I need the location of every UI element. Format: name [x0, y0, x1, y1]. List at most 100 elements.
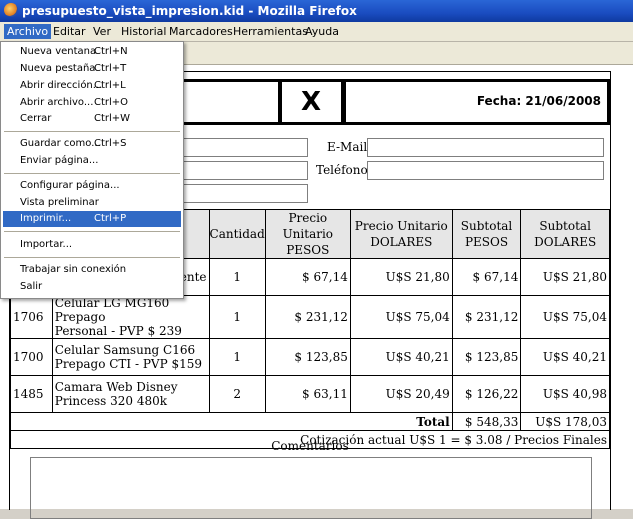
menu-bar: Archivo Editar Ver Historial Marcadores …	[0, 22, 633, 42]
date-box: Fecha: 21/06/2008	[343, 79, 610, 125]
menu-item-trabajar-sin-conexion[interactable]: Trabajar sin conexión	[3, 262, 181, 278]
total-usd: U$S 178,03	[520, 412, 610, 431]
item-subtotal-pesos: $ 231,12	[451, 295, 522, 339]
item-unit-price-pesos: $ 123,85	[264, 338, 351, 376]
item-unit-price-usd: U$S 75,04	[349, 295, 453, 339]
menu-ver[interactable]: Ver	[90, 24, 114, 39]
menu-ayuda[interactable]: Ayuda	[302, 24, 342, 39]
item-quantity: 1	[208, 338, 266, 376]
table-row: 1700 Celular Samsung C166 Prepago CTI - P…	[10, 338, 610, 376]
menu-item-nueva-pestana[interactable]: Nueva pestaña Ctrl+T	[3, 61, 181, 77]
firefox-icon	[4, 3, 18, 17]
item-unit-price-usd: U$S 40,21	[349, 338, 453, 376]
menu-item-importar[interactable]: Importar...	[3, 237, 181, 253]
email-field[interactable]	[367, 138, 604, 157]
total-label: Total	[10, 412, 453, 431]
item-subtotal-usd: U$S 21,80	[520, 258, 610, 296]
menu-item-shortcut: Ctrl+W	[94, 113, 131, 124]
header-line: PESOS	[464, 235, 509, 249]
fecha-text: Fecha: 21/06/2008	[476, 94, 601, 108]
menu-item-label: Importar...	[20, 239, 73, 250]
total-pesos: $ 548,33	[451, 412, 522, 431]
precio-pesos-header: Precio Unitario PESOS	[264, 209, 351, 259]
item-quantity: 1	[208, 258, 266, 296]
item-quantity: 1	[208, 295, 266, 339]
document-type-x: X	[278, 79, 344, 125]
menu-separator	[4, 131, 180, 132]
menu-item-label: Imprimir...	[20, 213, 72, 224]
header-line: DOLARES	[370, 235, 433, 249]
menu-item-label: Abrir dirección...	[20, 80, 103, 91]
menu-item-label: Enviar página...	[20, 155, 99, 166]
client-address-field[interactable]	[182, 161, 308, 180]
menu-item-label: Vista preliminar	[20, 197, 99, 208]
menu-item-salir[interactable]: Salir	[3, 279, 181, 295]
item-description: Camara Web Disney Princess 320 480k	[51, 375, 210, 413]
telefono-field[interactable]	[367, 161, 604, 180]
item-subtotal-pesos: $ 67,14	[451, 258, 522, 296]
menu-herramientas[interactable]: Herramientas	[230, 24, 311, 39]
total-row: Total $ 548,33 U$S 178,03	[10, 412, 610, 431]
item-description: Celular Samsung C166 Prepago CTI - PVP $1…	[51, 338, 210, 376]
header-line: Subtotal	[460, 219, 513, 233]
menu-item-shortcut: Ctrl+N	[94, 46, 128, 57]
menu-item-label: Nueva pestaña	[20, 63, 96, 74]
menu-item-configurar-pagina[interactable]: Configurar página...	[3, 178, 181, 194]
description-line: Prepago CTI - PVP $159	[54, 357, 203, 371]
menu-item-label: Nueva ventana	[20, 46, 97, 57]
description-line: Camara Web Disney	[54, 380, 178, 394]
client-name-field[interactable]	[182, 138, 308, 157]
item-code: 1700	[10, 338, 53, 376]
subtotal-dolares-header: Subtotal DOLARES	[520, 209, 610, 259]
menu-item-label: Cerrar	[20, 113, 52, 124]
menu-item-shortcut: Ctrl+L	[94, 80, 126, 91]
window-title: presupuesto_vista_impresion.kid - Mozill…	[22, 4, 357, 18]
item-unit-price-pesos: $ 231,12	[264, 295, 351, 339]
menu-item-label: Salir	[20, 281, 43, 292]
header-line: Precio Unitario	[354, 219, 448, 233]
header-line: DOLARES	[534, 235, 597, 249]
description-line: Celular Samsung C166	[54, 343, 196, 357]
item-code: 1485	[10, 375, 53, 413]
menu-separator	[4, 173, 180, 174]
menu-item-nueva-ventana[interactable]: Nueva ventana Ctrl+N	[3, 44, 181, 60]
menu-item-shortcut: Ctrl+P	[94, 213, 127, 224]
header-line: Precio Unitario	[282, 211, 334, 241]
menu-separator	[4, 231, 180, 232]
menu-item-abrir-archivo[interactable]: Abrir archivo... Ctrl+O	[3, 95, 181, 111]
telefono-label: Teléfono	[316, 163, 368, 177]
menu-item-label: Guardar como...	[20, 138, 101, 149]
item-description: Celular LG MG160 Prepago Personal - PVP $…	[51, 295, 210, 339]
item-subtotal-usd: U$S 40,98	[520, 375, 610, 413]
table-row: 1485 Camara Web Disney Princess 320 480k …	[10, 375, 610, 413]
header-line: PESOS	[286, 243, 330, 257]
menu-item-guardar-como[interactable]: Guardar como... Ctrl+S	[3, 136, 181, 152]
item-unit-price-usd: U$S 20,49	[349, 375, 453, 413]
menu-item-cerrar[interactable]: Cerrar Ctrl+W	[3, 111, 181, 127]
email-label: E-Mail	[327, 140, 368, 154]
item-code: 1706	[10, 295, 53, 339]
item-unit-price-pesos: $ 67,14	[264, 258, 351, 296]
menu-item-imprimir[interactable]: Imprimir... Ctrl+P	[3, 211, 181, 227]
menu-item-abrir-direccion[interactable]: Abrir dirección... Ctrl+L	[3, 78, 181, 94]
menu-item-label: Configurar página...	[20, 180, 120, 191]
item-unit-price-usd: U$S 21,80	[349, 258, 453, 296]
window-title-bar[interactable]: presupuesto_vista_impresion.kid - Mozill…	[0, 0, 633, 22]
precio-dolares-header: Precio Unitario DOLARES	[349, 209, 453, 259]
menu-item-enviar-pagina[interactable]: Enviar página...	[3, 153, 181, 169]
menu-historial[interactable]: Historial	[118, 24, 169, 39]
menu-archivo[interactable]: Archivo	[4, 24, 52, 39]
item-unit-price-pesos: $ 63,11	[264, 375, 351, 413]
item-subtotal-pesos: $ 126,22	[451, 375, 522, 413]
subtotal-pesos-header: Subtotal PESOS	[451, 209, 522, 259]
menu-separator	[4, 257, 180, 258]
item-subtotal-usd: U$S 75,04	[520, 295, 610, 339]
description-line: Personal - PVP $ 239	[54, 324, 182, 338]
comentarios-label: Comentarios	[271, 439, 349, 453]
menu-editar[interactable]: Editar	[50, 24, 89, 39]
menu-marcadores[interactable]: Marcadores	[166, 24, 236, 39]
client-city-field[interactable]	[182, 184, 308, 203]
menu-item-vista-preliminar[interactable]: Vista preliminar	[3, 195, 181, 211]
item-quantity: 2	[208, 375, 266, 413]
comentarios-textarea[interactable]	[30, 457, 592, 519]
